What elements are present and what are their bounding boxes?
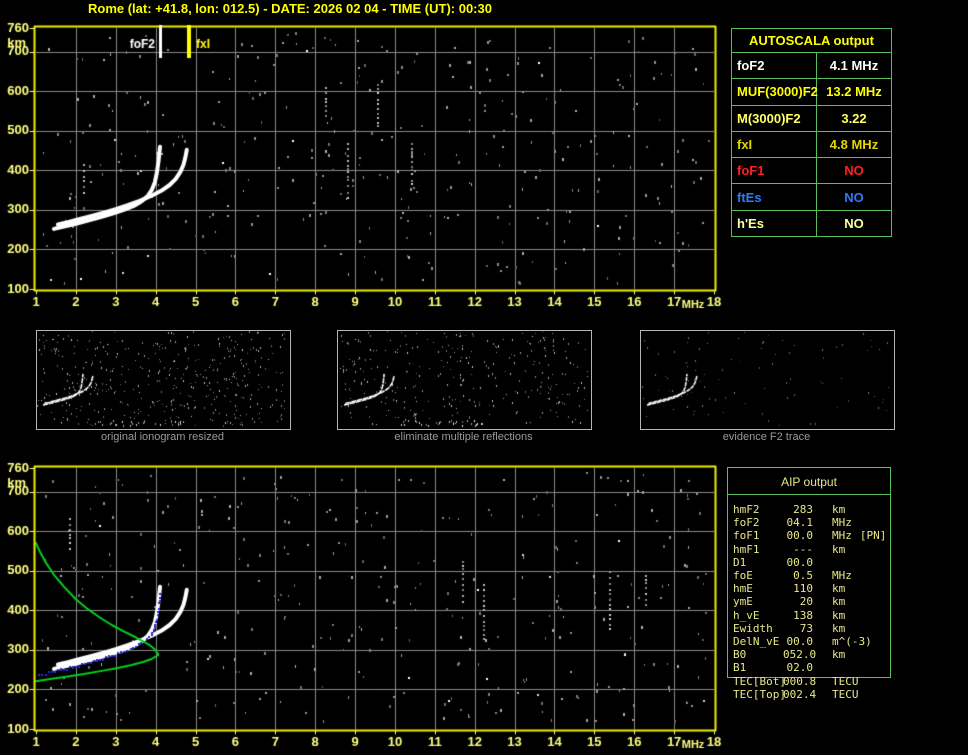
autoscala-row-fxi: fxI 4.8 MHz: [732, 130, 891, 158]
thumbnail-original-ionogram: [36, 330, 291, 430]
aip-value: ---: [793, 542, 813, 556]
autoscala-row-hes: h'Es NO: [732, 209, 891, 236]
aip-value: 0.5: [793, 569, 813, 583]
aip-param: hmF2: [733, 503, 760, 516]
aip-row-b0: B0 052.0 km: [733, 648, 891, 661]
aip-param: DelN_vE: [733, 635, 780, 649]
aip-unit: TECU: [832, 687, 859, 701]
aip-row-hmf2: hmF2 283 km: [733, 503, 891, 516]
autoscala-param-label: MUF(3000)F2: [732, 79, 818, 105]
aip-unit: m^(-3): [832, 635, 872, 649]
aip-param: hmF1: [733, 542, 760, 556]
aip-unit: km: [832, 503, 846, 516]
aip-param: h_vE: [733, 608, 760, 622]
aip-unit: km: [832, 621, 846, 635]
aip-param: ymE: [733, 595, 753, 609]
autoscala-row-m3000f2: M(3000)F2 3.22: [732, 104, 891, 131]
aip-row-fof1: foF1 00.0 MHz [PN]: [733, 529, 891, 542]
autoscala-ionogram-screen: Rome (lat: +41.8, lon: 012.5) - DATE: 20…: [0, 0, 968, 755]
autoscala-param-value: 13.2 MHz: [826, 84, 882, 100]
aip-rows: hmF2 283 km foF2 04.1 MHz foF1 00.0 MHz [PN] hmF1 -…: [733, 503, 891, 701]
aip-param: foE: [733, 569, 753, 583]
aip-header-divider: [728, 494, 890, 495]
aip-unit: km: [832, 608, 846, 622]
aip-value: 04.1: [786, 516, 814, 530]
thumbnail-evidence-f2-trace: [640, 330, 895, 430]
aip-param: TEC[Bot]: [733, 674, 786, 688]
aip-value: 283: [793, 503, 813, 516]
aip-row-ewidth: Ewidth 73 km: [733, 622, 891, 635]
autoscala-param-label: foF1: [732, 158, 817, 184]
aip-value: 00.0: [786, 529, 814, 543]
aip-unit: MHz: [832, 529, 852, 543]
aip-row-hmf1: hmF1 --- km: [733, 543, 891, 556]
aip-row-delnve: DelN_vE 00.0 m^(-3): [733, 635, 891, 648]
autoscala-param-value: 3.22: [841, 110, 867, 126]
aip-value: 000.8: [783, 674, 817, 688]
aip-param: D1: [733, 555, 747, 569]
aip-value: 02.0: [786, 661, 814, 675]
aip-value: 00.0: [786, 555, 814, 569]
aip-param: foF2: [733, 516, 760, 530]
aip-unit: km: [832, 542, 846, 556]
aip-unit: km: [832, 648, 846, 662]
aip-row-hme: hmE 110 km: [733, 582, 891, 595]
aip-param: TEC[Top]: [733, 687, 786, 701]
aip-row-tecbot: TEC[Bot] 000.8 TECU: [733, 675, 891, 688]
autoscala-param-label: ftEs: [732, 184, 817, 210]
autoscala-output-table: AUTOSCALA output foF2 4.1 MHz MUF(3000)F2 1…: [731, 28, 892, 237]
aip-value: 20: [799, 595, 813, 609]
thumbnail-caption-1: original ionogram resized: [101, 431, 224, 443]
aip-param: B1: [733, 661, 747, 675]
aip-unit: km: [832, 595, 846, 609]
autoscala-param-label: foF2: [732, 53, 817, 79]
autoscala-row-fof2: foF2 4.1 MHz: [732, 52, 891, 79]
aip-value: 002.4: [783, 687, 817, 701]
aip-unit: MHz: [832, 516, 852, 530]
autoscala-table-title: AUTOSCALA output: [749, 33, 874, 48]
autoscala-row-fof1: foF1 NO: [732, 157, 891, 184]
aip-param: Ewidth: [733, 621, 773, 635]
autoscala-param-label: M(3000)F2: [732, 105, 817, 131]
aip-row-hve: h_vE 138 km: [733, 609, 891, 622]
autoscala-param-value: NO: [844, 163, 864, 179]
aip-value: 110: [793, 582, 813, 596]
aip-param: hmE: [733, 582, 753, 596]
aip-row-b1: B1 02.0: [733, 661, 891, 674]
thumbnail-caption-2: eliminate multiple reflections: [394, 431, 533, 443]
aip-value: 052.0: [783, 648, 817, 662]
autoscala-param-value: NO: [844, 215, 864, 231]
aip-value: 00.0: [786, 635, 814, 649]
aip-unit: TECU: [832, 674, 859, 688]
aip-note: [PN]: [859, 529, 887, 543]
aip-row-tectop: TEC[Top] 002.4 TECU: [733, 688, 891, 701]
autoscala-param-value: 4.1 MHz: [829, 58, 879, 74]
aip-value: 138: [793, 608, 813, 622]
autoscala-param-value: NO: [844, 189, 864, 205]
autoscala-row-ftes: ftEs NO: [732, 183, 891, 210]
thumbnail-multiple-reflections: [337, 330, 592, 430]
aip-value: 73: [799, 621, 813, 635]
aip-unit: MHz: [832, 569, 852, 583]
aip-param: B0: [733, 648, 747, 662]
aip-row-yme: ymE 20 km: [733, 595, 891, 608]
autoscala-param-label: fxI: [732, 131, 817, 158]
thumbnail-caption-3: evidence F2 trace: [722, 431, 811, 443]
aip-param: foF1: [733, 529, 760, 543]
autoscala-param-value: 4.8 MHz: [829, 136, 879, 152]
aip-unit: km: [832, 582, 846, 596]
aip-row-foe: foE 0.5 MHz: [733, 569, 891, 582]
autoscala-param-label: h'Es: [732, 210, 817, 236]
aip-row-d1: D1 00.0: [733, 556, 891, 569]
aip-row-fof2: foF2 04.1 MHz: [733, 516, 891, 529]
station-date-title: Rome (lat: +41.8, lon: 012.5) - DATE: 20…: [88, 1, 492, 16]
autoscala-row-muf3000f2: MUF(3000)F2 13.2 MHz: [732, 78, 891, 105]
aip-table-title: AIP output: [781, 475, 837, 489]
